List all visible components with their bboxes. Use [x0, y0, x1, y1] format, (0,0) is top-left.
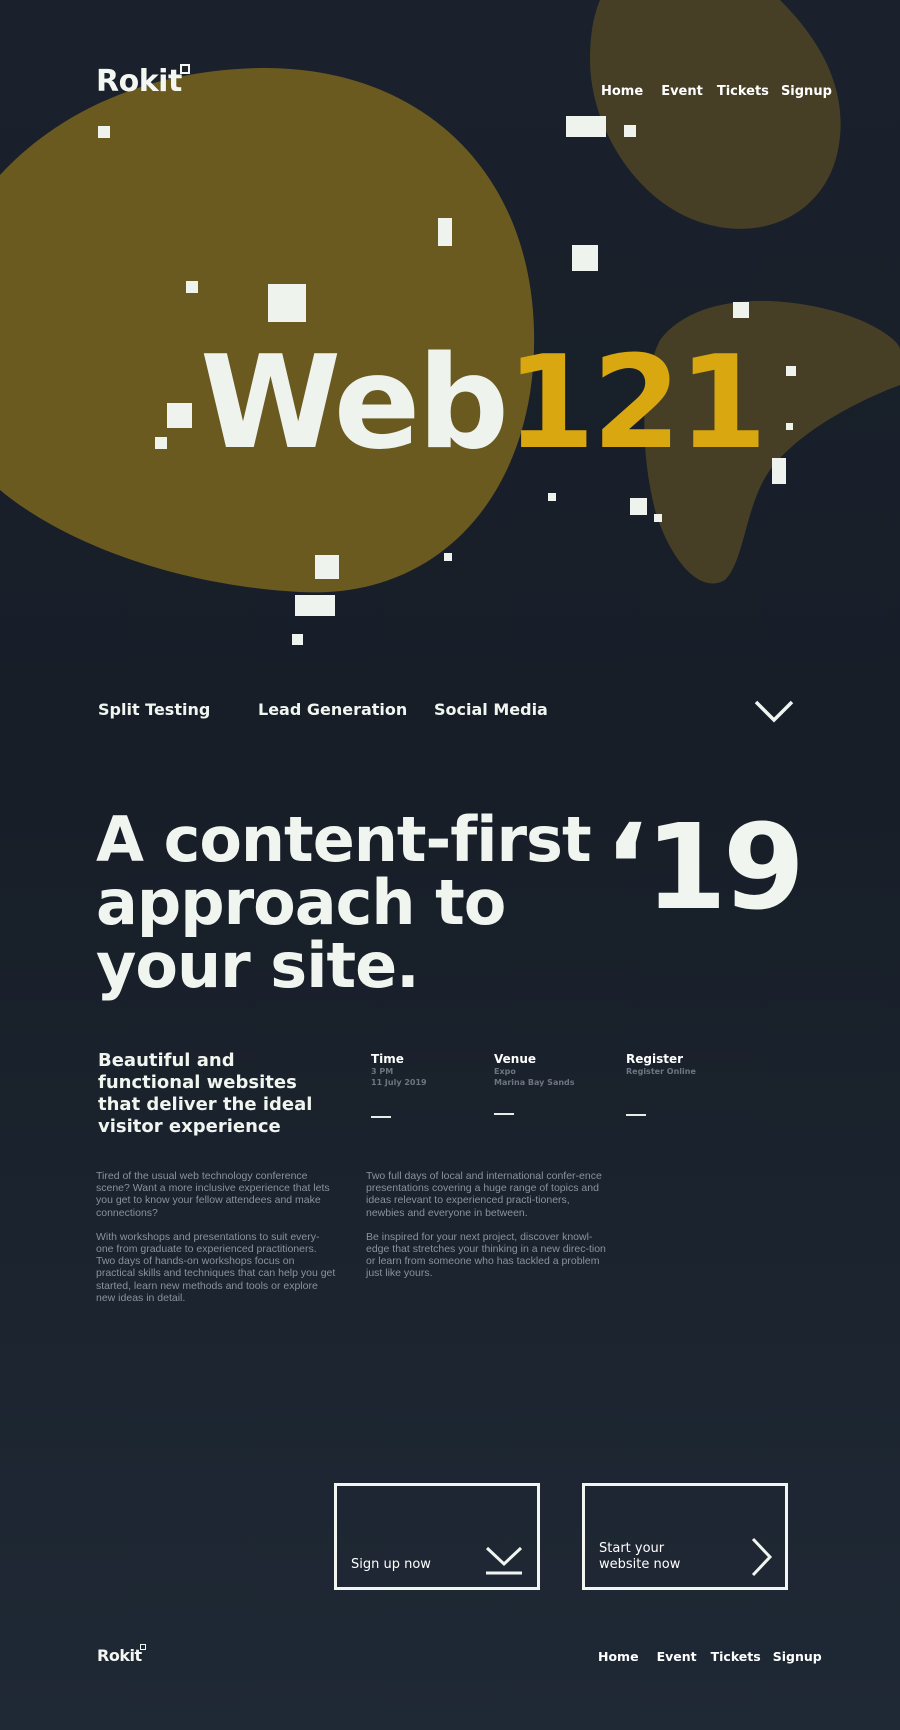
topic-social-media[interactable]: Social Media — [434, 700, 548, 719]
logo-square-icon — [180, 64, 190, 74]
detail-venue-title: Venue — [494, 1052, 536, 1066]
detail-time: Time 3 PM 11 July 2019 — [371, 1052, 427, 1118]
chevron-right-icon — [751, 1537, 773, 1577]
paragraph: Tired of the usual web technology confer… — [96, 1170, 330, 1219]
footer-nav-event[interactable]: Event — [657, 1649, 697, 1664]
footer-logo[interactable]: Rokit — [97, 1644, 146, 1665]
detail-register[interactable]: Register Register Online — [626, 1052, 696, 1116]
chevron-down-icon[interactable] — [754, 698, 794, 724]
logo-square-icon — [140, 1644, 146, 1650]
detail-time-line-1: 3 PM — [371, 1067, 394, 1076]
detail-time-line-2: 11 July 2019 — [371, 1078, 427, 1087]
detail-register-dash — [626, 1114, 646, 1116]
nav-tickets[interactable]: Tickets — [717, 84, 769, 99]
paragraph: Be inspired for your next project, disco… — [366, 1230, 606, 1280]
hero-title: Web121 — [200, 340, 767, 468]
detail-time-title: Time — [371, 1052, 404, 1066]
detail-venue: Venue Expo Marina Bay Sands — [494, 1052, 575, 1115]
start-website-label-line-1: Start your — [599, 1541, 665, 1556]
hero-title-word: Web — [200, 329, 509, 478]
hero-title-number: 121 — [506, 329, 767, 478]
start-website-label: Start your website now — [599, 1541, 680, 1573]
logo-text: Rokit — [96, 64, 182, 99]
start-website-button[interactable]: Start your website now — [582, 1483, 788, 1590]
headline-line-2: approach to — [96, 866, 506, 939]
detail-time-dash — [371, 1116, 391, 1118]
topic-split-testing[interactable]: Split Testing — [98, 700, 210, 719]
footer-nav-signup[interactable]: Signup — [773, 1649, 822, 1664]
detail-venue-line-1: Expo — [494, 1067, 516, 1076]
footer-logo-text: Rokit — [97, 1646, 142, 1665]
headline-line-3: your site. — [96, 929, 420, 1002]
detail-venue-line-2: Marina Bay Sands — [494, 1078, 575, 1087]
nav-signup[interactable]: Signup — [781, 84, 832, 99]
sign-up-label: Sign up now — [351, 1557, 431, 1572]
detail-venue-dash — [494, 1113, 514, 1115]
detail-register-title: Register — [626, 1052, 684, 1066]
paragraph-column-right: Two full days of local and international… — [366, 1170, 606, 1292]
intro-subheading: Beautiful and functional websites that d… — [98, 1050, 313, 1137]
nav-home[interactable]: Home — [601, 84, 643, 99]
headline-line-1: A content-first — [96, 803, 592, 876]
main-nav: Home Event Tickets Signup — [601, 84, 832, 99]
sign-up-button[interactable]: Sign up now — [334, 1483, 540, 1590]
download-chevron-icon — [485, 1546, 523, 1575]
year-label: ‘19 — [604, 798, 805, 936]
paragraph-column-left: Tired of the usual web technology confer… — [96, 1170, 336, 1316]
footer-nav-tickets[interactable]: Tickets — [711, 1649, 761, 1664]
topic-lead-generation[interactable]: Lead Generation — [258, 700, 407, 719]
paragraph: Two full days of local and international… — [366, 1170, 602, 1219]
footer-nav-home[interactable]: Home — [598, 1649, 639, 1664]
logo[interactable]: Rokit — [96, 64, 190, 99]
nav-event[interactable]: Event — [661, 84, 703, 99]
detail-register-line-1[interactable]: Register Online — [626, 1066, 696, 1077]
footer-nav: Home Event Tickets Signup — [598, 1649, 822, 1664]
intro-headline: A content-first approach to your site. — [96, 803, 592, 1002]
start-website-label-line-2: website now — [599, 1557, 681, 1572]
paragraph: With workshops and presentations to suit… — [96, 1230, 336, 1304]
